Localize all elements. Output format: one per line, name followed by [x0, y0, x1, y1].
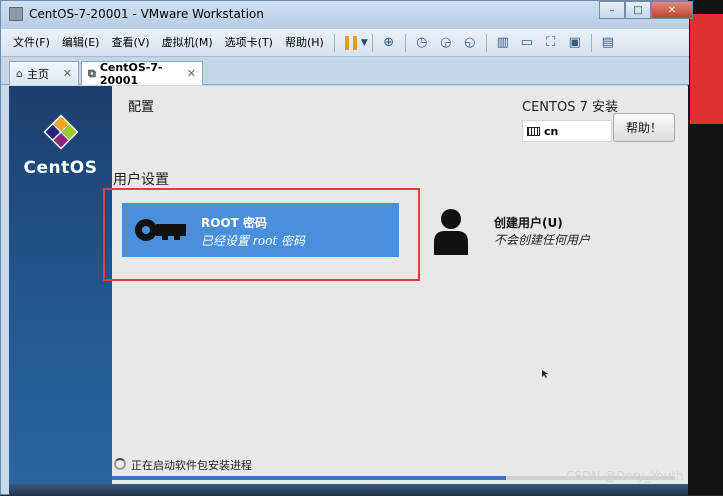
vmware-app-icon: [9, 7, 23, 21]
home-icon: ⌂: [16, 67, 23, 80]
toolbar-separator: [485, 33, 487, 52]
help-button[interactable]: 帮助！: [613, 113, 675, 142]
sidebar-view-icon[interactable]: ▥: [493, 33, 513, 53]
user-icon: [434, 209, 468, 255]
mouse-cursor-icon: [542, 370, 548, 378]
vmware-window: CentOS-7-20001 - VMware Workstation – □ …: [0, 0, 693, 496]
guest-bottom-strip: [9, 484, 688, 496]
minimize-button[interactable]: –: [599, 1, 625, 19]
menu-vm[interactable]: 虚拟机(M): [156, 33, 219, 53]
tab-close-icon[interactable]: ✕: [187, 67, 196, 80]
tab-close-icon[interactable]: ✕: [63, 67, 72, 80]
vm-icon: ⧉: [88, 66, 96, 80]
toolbar-separator: [371, 33, 373, 52]
install-progress-fill: [112, 476, 507, 480]
keyboard-layout-label: cn: [544, 124, 559, 138]
snapshot-icon[interactable]: ◷: [412, 33, 432, 53]
maximize-button[interactable]: □: [625, 1, 651, 19]
toolbar-separator: [333, 33, 335, 52]
guest-screen[interactable]: CentOS 配置 CENTOS 7 安装 cn 帮助！ 用户设置 ROOT 密…: [9, 86, 688, 496]
snapshot-manager-icon[interactable]: ◵: [460, 33, 480, 53]
snapshot-revert-icon[interactable]: ◶: [436, 33, 456, 53]
window-title: CentOS-7-20001 - VMware Workstation: [29, 7, 264, 21]
tab-label: 主页: [26, 67, 49, 81]
keyboard-icon: [527, 126, 540, 136]
menu-help[interactable]: 帮助(H): [279, 33, 330, 53]
pause-icon[interactable]: [341, 33, 361, 53]
centos-logo-icon: [43, 114, 79, 150]
console-view-icon[interactable]: ▭: [517, 33, 537, 53]
menu-edit[interactable]: 编辑(E): [56, 33, 106, 53]
menu-view[interactable]: 查看(V): [105, 33, 155, 53]
pause-dropdown-icon[interactable]: ▼: [361, 38, 368, 48]
menu-tabs[interactable]: 选项卡(T): [219, 33, 279, 53]
toolbar-separator: [404, 33, 406, 52]
tab-bar: ⌂ 主页 ✕ ⧉ CentOS-7-20001 ✕: [1, 57, 689, 87]
user-settings-heading: 用户设置: [113, 172, 169, 188]
keyboard-layout-indicator[interactable]: cn: [522, 120, 612, 142]
fullscreen-icon[interactable]: ▣: [565, 33, 585, 53]
window-controls: – □ ✕: [599, 1, 693, 19]
watermark: CSDN @Dory_Youth: [566, 469, 684, 483]
loading-spinner-icon: [114, 458, 126, 470]
tab-label: CentOS-7-20001: [99, 60, 163, 87]
annotation-highlight: [103, 188, 420, 281]
close-button[interactable]: ✕: [651, 1, 693, 19]
user-spoke-title[interactable]: 创建用户(U): [494, 214, 563, 231]
toolbar-separator: [590, 33, 592, 52]
desktop-red-panel: [690, 14, 723, 124]
network-icon[interactable]: ⊕: [379, 33, 399, 53]
install-status-text: 正在启动软件包安装进程: [131, 459, 252, 472]
tab-home[interactable]: ⌂ 主页 ✕: [9, 61, 79, 85]
menu-file[interactable]: 文件(F): [7, 33, 56, 53]
brand-name: CentOS: [23, 158, 98, 178]
fit-window-icon[interactable]: ⛶: [541, 33, 561, 53]
tab-centos[interactable]: ⧉ CentOS-7-20001 ✕: [81, 60, 203, 87]
install-title: CENTOS 7 安装: [522, 100, 618, 115]
user-spoke-status: 不会创建任何用户: [494, 233, 591, 247]
unity-icon[interactable]: ▤: [598, 33, 618, 53]
title-bar[interactable]: CentOS-7-20001 - VMware Workstation – □ …: [1, 1, 693, 29]
installer-sidebar: CentOS: [9, 86, 112, 496]
config-heading: 配置: [128, 100, 155, 115]
menu-bar: 文件(F) 编辑(E) 查看(V) 虚拟机(M) 选项卡(T) 帮助(H) ▼ …: [1, 29, 689, 57]
